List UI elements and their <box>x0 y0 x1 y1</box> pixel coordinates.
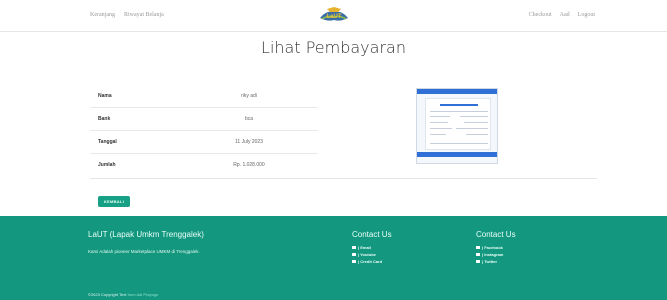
footer-link-label: | Instagram <box>482 252 504 257</box>
credit-card-icon <box>352 260 356 263</box>
footer-contact-column-1: Contact Us | Email | Youtube | Credit Ca… <box>352 230 392 265</box>
copyright-text: ©2023 Copyright Text <box>88 292 127 297</box>
footer-link-facebook[interactable]: | Facebook <box>476 244 516 251</box>
nav-link-logout[interactable]: Logout <box>578 12 595 18</box>
laut-logo[interactable]: LaUT <box>318 6 350 24</box>
proof-header-bar <box>417 89 497 94</box>
nav-link-keranjang[interactable]: Keranjang <box>90 12 115 18</box>
divider <box>90 178 597 179</box>
footer-contact-title: Contact Us <box>476 230 516 239</box>
payment-info-table: Nama riky adi Bank bca Tanggal 11 July 2… <box>90 84 318 176</box>
footer-contact-column-2: Contact Us | Facebook | Instagram | Twit… <box>476 230 516 265</box>
facebook-icon <box>476 246 480 249</box>
row-value: bca <box>244 116 254 122</box>
navbar: Keranjang Riwayat Belanja LaUT Checkout … <box>0 0 667 32</box>
back-button[interactable]: KEMBALI <box>98 196 130 207</box>
footer-link-youtube[interactable]: | Youtube <box>352 251 392 258</box>
table-row: Tanggal 11 July 2023 <box>90 130 318 153</box>
footer-link-twitter[interactable]: | Twitter <box>476 258 516 265</box>
footer: LaUT (Lapak Umkm Trenggalek) Kami Adalah… <box>0 216 667 300</box>
proof-receipt-card <box>425 98 491 150</box>
footer-brand: LaUT (Lapak Umkm Trenggalek) <box>88 230 204 239</box>
proof-footer-bar <box>417 152 497 157</box>
footer-description: Kami Adalah pioneer Marketplace UMKM di … <box>88 249 200 254</box>
table-row: Bank bca <box>90 107 318 130</box>
footer-link-credit-card[interactable]: | Credit Card <box>352 258 392 265</box>
footer-link-label: | Email <box>358 245 371 250</box>
twitter-icon <box>476 260 480 263</box>
nav-link-checkout[interactable]: Checkout <box>529 12 552 18</box>
table-row: Nama riky adi <box>90 84 318 107</box>
footer-link-instagram[interactable]: | Instagram <box>476 251 516 258</box>
table-row: Jumlah Rp. 1.028.000 <box>90 153 318 176</box>
footer-link-label: | Twitter <box>482 259 498 264</box>
nav-left: Keranjang Riwayat Belanja <box>90 12 164 18</box>
nav-link-riwayat-belanja[interactable]: Riwayat Belanja <box>124 12 164 18</box>
row-label: Bank <box>98 116 111 122</box>
copyright-author: from Adi Prayogo <box>127 292 159 297</box>
footer-link-label: | Credit Card <box>358 259 383 264</box>
instagram-icon <box>476 253 480 256</box>
footer-link-label: | Youtube <box>358 252 376 257</box>
row-value: Rp. 1.028.000 <box>233 162 265 168</box>
footer-contact-title: Contact Us <box>352 230 392 239</box>
youtube-icon <box>352 253 356 256</box>
row-value: riky adi <box>241 92 257 99</box>
nav-right: Checkout Aad Logout <box>529 12 595 18</box>
row-label: Nama <box>98 92 112 99</box>
row-label: Tanggal <box>98 139 117 145</box>
footer-copyright: ©2023 Copyright Text from Adi Prayogo <box>88 292 158 297</box>
nav-link-user[interactable]: Aad <box>560 12 570 18</box>
logo-text: LaUT <box>327 14 342 20</box>
email-icon <box>352 246 356 249</box>
footer-link-email[interactable]: | Email <box>352 244 392 251</box>
row-label: Jumlah <box>98 162 116 168</box>
row-value: 11 July 2023 <box>235 139 263 145</box>
footer-link-label: | Facebook <box>482 245 503 250</box>
page-title: Lihat Pembayaran <box>261 38 406 57</box>
payment-proof-image[interactable] <box>416 88 498 164</box>
